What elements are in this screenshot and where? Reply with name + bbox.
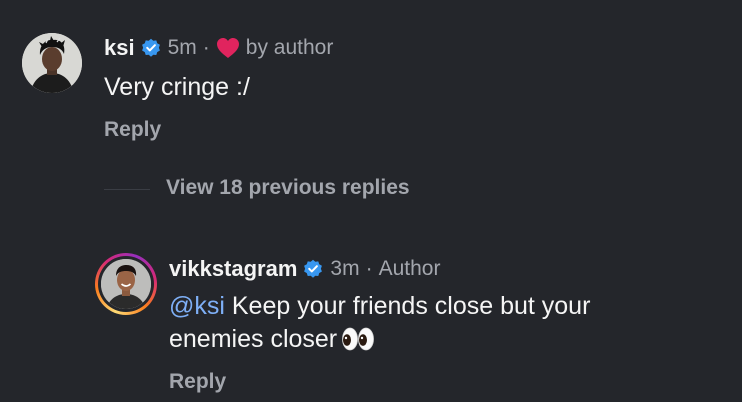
ksi-comment-text: Very cringe :/	[104, 73, 250, 101]
eyes-emoji-icon	[341, 327, 375, 351]
vikkstagram-avatar-photo	[101, 259, 151, 309]
avatar-ring-gap	[98, 256, 154, 312]
ksi-username[interactable]: ksi	[104, 35, 135, 61]
comment-line-1: @ksi Keep your friends close but your	[169, 290, 590, 323]
comment-line-1-text: Keep your friends close but your	[224, 292, 591, 320]
ksi-timestamp: 5m	[167, 36, 197, 59]
separator-dot: ·	[202, 36, 210, 59]
vikkstagram-avatar[interactable]	[95, 253, 157, 315]
verified-badge-icon	[141, 38, 161, 58]
liked-by-author-label: by author	[245, 36, 334, 59]
vikkstagram-comment-text: @ksi Keep your friends close but your en…	[169, 290, 590, 356]
vikkstagram-username[interactable]: vikkstagram	[169, 256, 297, 282]
comment-line-2-text: enemies closer	[169, 325, 338, 353]
separator-dot: ·	[365, 257, 373, 280]
replies-divider-line	[104, 189, 150, 190]
view-previous-replies-button[interactable]: View 18 previous replies	[166, 176, 410, 200]
verified-badge-icon	[303, 259, 323, 279]
vikkstagram-timestamp: 3m	[330, 257, 360, 280]
mention-ksi-link[interactable]: @ksi	[169, 292, 225, 320]
vikkstagram-comment-header: vikkstagram 3m · Author	[169, 256, 440, 282]
ksi-comment-header: ksi 5m · by author	[104, 35, 333, 61]
vikkstagram-reply-button[interactable]: Reply	[169, 370, 226, 394]
ksi-avatar[interactable]	[22, 33, 82, 93]
comment-line-2: enemies closer	[169, 323, 590, 356]
author-label: Author	[378, 257, 441, 280]
heart-icon	[216, 37, 240, 59]
ksi-reply-button[interactable]: Reply	[104, 118, 161, 142]
